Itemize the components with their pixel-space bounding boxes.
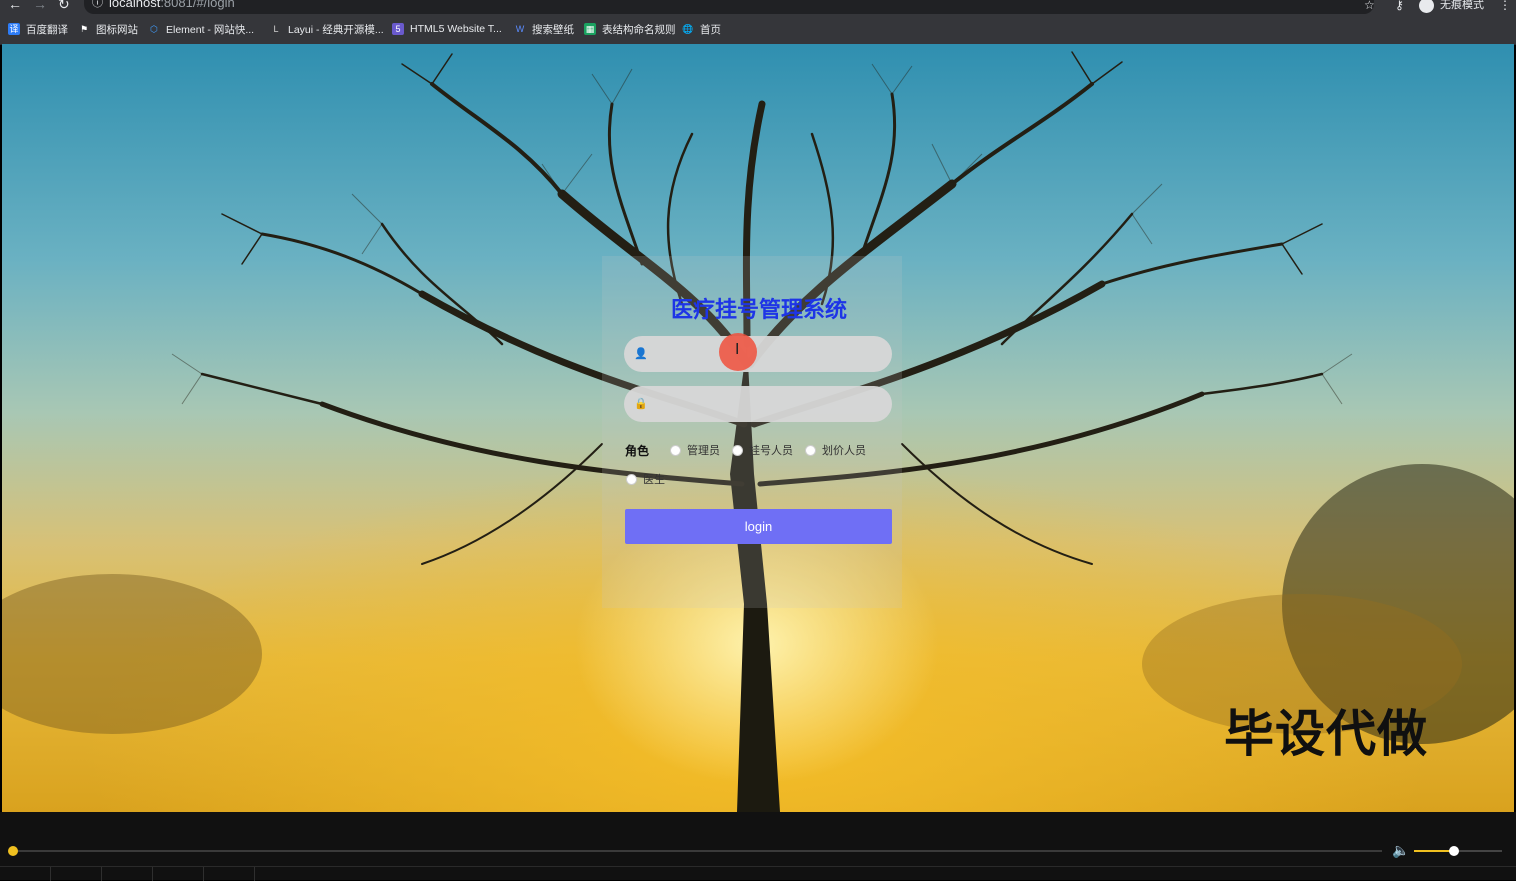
role-radio-pricing[interactable]: 划价人员	[805, 442, 866, 458]
profile-label[interactable]: 无痕模式	[1440, 0, 1484, 12]
role-radio-doctor[interactable]: 医生	[626, 471, 665, 487]
volume-icon[interactable]: 🔈	[1392, 842, 1409, 859]
strip-divider	[101, 867, 102, 881]
radio-circle-icon[interactable]	[670, 444, 681, 456]
reload-icon[interactable]: ↻	[58, 0, 70, 11]
bookmarks-bar: 译 百度翻译 ⚑ 图标网站 ⬡ Element - 网站快... L Layui…	[0, 14, 1516, 45]
key-icon[interactable]: ⚷	[1395, 0, 1404, 12]
menu-kebab-icon[interactable]: ⋮	[1499, 0, 1511, 12]
radio-circle-icon[interactable]	[805, 444, 816, 456]
strip-divider	[50, 867, 51, 881]
forward-icon[interactable]: →	[33, 0, 47, 11]
site-info-icon[interactable]: ⓘ	[92, 0, 103, 10]
volume-handle[interactable]	[1448, 846, 1459, 856]
globe-icon: 🌐	[682, 24, 694, 34]
progress-track[interactable]	[12, 850, 1382, 852]
bookmark-item[interactable]: L Layui - 经典开源模...	[270, 22, 383, 36]
progress-handle[interactable]	[8, 846, 18, 856]
bookmark-item[interactable]: ⬡ Element - 网站快...	[148, 22, 254, 36]
radio-circle-icon[interactable]	[732, 444, 743, 456]
wallpaper-icon: W	[515, 24, 525, 34]
back-icon[interactable]: ←	[8, 0, 22, 11]
player-bottom-strip	[0, 866, 1516, 881]
translate-icon: 译	[8, 23, 20, 35]
lock-icon: 🔒	[634, 398, 648, 410]
page-title: 医疗挂号管理系统	[670, 297, 847, 322]
bookmark-item[interactable]: ⚑ 图标网站	[78, 22, 138, 36]
username-input[interactable]	[650, 336, 884, 374]
role-radio-registrar[interactable]: 挂号人员	[732, 442, 793, 458]
volume-fill	[1414, 850, 1454, 852]
bookmark-item[interactable]: ▦ 表结构命名规则	[584, 22, 676, 36]
bookmark-item[interactable]: 🌐 首页	[682, 22, 721, 36]
layui-icon: L	[273, 24, 279, 34]
bookmark-item[interactable]: W 搜索壁纸	[514, 22, 574, 36]
login-form: 医疗挂号管理系统 👤 I 🔒 角色 管理员 挂号人员 划价人员 医生 login…	[2, 44, 1514, 812]
bookmark-item[interactable]: 5 HTML5 Website T...	[392, 22, 502, 36]
password-field[interactable]: 🔒	[624, 386, 892, 424]
flag-icon: ⚑	[79, 24, 89, 34]
browser-toolbar: ← → ↻ ⓘ localhost:8081/#/login ☆ ⚷ 无痕模式 …	[0, 0, 1516, 14]
role-label: 角色	[625, 444, 650, 458]
username-field[interactable]: 👤	[624, 336, 892, 374]
user-icon: 👤	[634, 348, 648, 360]
strip-divider	[152, 867, 153, 881]
table-icon: ▦	[584, 23, 596, 35]
bookmark-star-icon[interactable]: ☆	[1364, 0, 1375, 12]
address-bar[interactable]: ⓘ localhost:8081/#/login	[84, 0, 1374, 14]
element-icon: ⬡	[150, 24, 158, 34]
role-radio-admin[interactable]: 管理员	[670, 442, 720, 458]
video-player-controls: 🔈	[0, 812, 1516, 881]
strip-divider	[203, 867, 204, 881]
radio-circle-icon[interactable]	[626, 473, 637, 485]
bookmark-item[interactable]: 译 百度翻译	[8, 22, 68, 36]
text-cursor-icon: I	[735, 341, 740, 358]
watermark-text: 毕设代做	[1224, 705, 1428, 763]
login-button[interactable]: login	[625, 509, 892, 544]
strip-divider	[254, 867, 255, 881]
incognito-avatar-icon[interactable]	[1419, 0, 1434, 13]
password-input[interactable]	[650, 386, 884, 424]
url-text: localhost:8081/#/login	[109, 0, 235, 10]
html5-icon: 5	[392, 23, 404, 35]
